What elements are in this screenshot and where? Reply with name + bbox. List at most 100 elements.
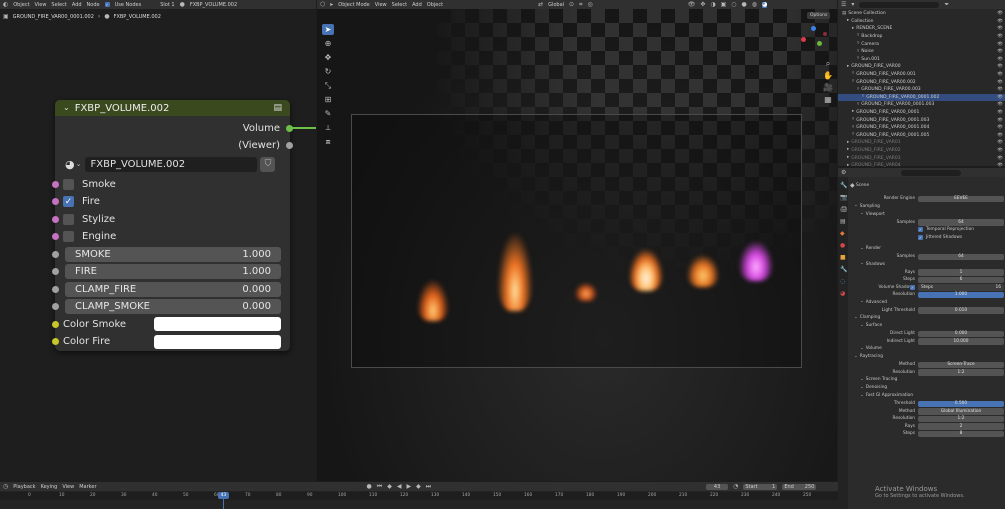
- pan-icon[interactable]: ✋: [822, 70, 834, 81]
- chevron-down-icon[interactable]: ⌄: [860, 261, 864, 267]
- stylize-checkbox[interactable]: [63, 213, 74, 225]
- collection-icon[interactable]: ▸: [847, 19, 849, 24]
- use-nodes-checkbox[interactable]: ✓: [104, 2, 110, 7]
- editor-type-icon[interactable]: ◐: [3, 1, 8, 8]
- menu-node[interactable]: Node: [87, 2, 100, 8]
- x-axis-icon[interactable]: [801, 37, 806, 42]
- rotate-tool-icon[interactable]: ↻: [322, 66, 334, 77]
- collection-icon[interactable]: ▸: [847, 64, 849, 70]
- outliner-row[interactable]: ▿ GROUND_FIRE_VAR00_0001.003 👁: [838, 101, 1005, 109]
- pivot-icon[interactable]: ⊙: [569, 1, 574, 8]
- output-viewer-socket[interactable]: [286, 141, 293, 149]
- property-value-field[interactable]: ✓ Steps 16: [910, 284, 1004, 291]
- subpanel-header[interactable]: ⌄ Advanced: [850, 299, 1005, 307]
- subpanel-header[interactable]: ⌄ Fast GI Approximation: [850, 392, 1005, 400]
- color-smoke-swatch[interactable]: [154, 317, 281, 331]
- camera-view-icon[interactable]: 🎥: [822, 82, 834, 93]
- outliner[interactable]: ☰ ▾ ⏷ ▤ Scene Collection 👁 ▸ Collection 👁 ▸ REN…: [838, 0, 1005, 168]
- clamp-smoke-value-field[interactable]: CLAMP_SMOKE 0.000: [65, 299, 281, 314]
- property-value-field[interactable]: 0.010: [918, 307, 1004, 314]
- input-socket[interactable]: [51, 338, 59, 345]
- editor-type-icon[interactable]: ⚙: [841, 169, 846, 176]
- modifier-tab-icon[interactable]: 🔧: [840, 267, 847, 273]
- menu-marker[interactable]: Marker: [79, 484, 96, 490]
- collection-icon[interactable]: ▸: [847, 140, 849, 146]
- gizmo-icon[interactable]: ✥: [700, 1, 705, 8]
- outliner-row[interactable]: ▸ GROUND_FIRE_VAR00 👁: [838, 63, 1005, 71]
- property-value-field[interactable]: 64: [918, 253, 1004, 260]
- fake-user-shield-icon[interactable]: ⛉: [260, 156, 276, 172]
- input-socket[interactable]: [51, 215, 59, 223]
- chevron-down-icon[interactable]: ⌄: [854, 315, 858, 321]
- material-shading-icon[interactable]: ◍: [752, 1, 757, 8]
- property-value-field[interactable]: Screen-Trace: [918, 361, 1004, 368]
- chevron-down-icon[interactable]: ⌄: [854, 203, 858, 209]
- outliner-row[interactable]: ▿ GROUND_FIRE_VAR00.002 👁: [838, 78, 1005, 86]
- measure-tool-icon[interactable]: ⟂: [322, 122, 334, 133]
- toggle-smoke[interactable]: Smoke: [51, 176, 290, 192]
- property-value-field[interactable]: 6: [918, 276, 1004, 283]
- rendered-shading-icon[interactable]: ◕: [762, 1, 768, 8]
- visibility-eye-icon[interactable]: 👁: [997, 34, 1003, 39]
- visibility-eye-icon[interactable]: 👁: [997, 95, 1003, 100]
- outliner-row[interactable]: ▿ GROUND_FIRE_VAR00_0001.005 👁: [838, 132, 1005, 140]
- visibility-eye-icon[interactable]: 👁: [997, 102, 1003, 107]
- subpanel-header[interactable]: ⌄ Screen Tracing: [850, 376, 1005, 384]
- scene-tab-icon[interactable]: ◆: [840, 231, 845, 237]
- object-icon[interactable]: ▿: [857, 34, 859, 39]
- material-tab-icon[interactable]: ◕: [840, 291, 845, 297]
- input-socket[interactable]: [51, 198, 59, 205]
- visibility-eye-icon[interactable]: 👁: [997, 133, 1003, 138]
- outliner-row[interactable]: ▿ Sun.001 👁: [838, 56, 1005, 64]
- mode-select[interactable]: Object Mode: [338, 2, 370, 8]
- transform-orientation-select[interactable]: Global: [548, 2, 564, 8]
- editor-type-icon[interactable]: ⬡: [320, 1, 325, 8]
- outliner-row[interactable]: ▸ GROUND_FIRE_VAR00_0001 👁: [838, 109, 1005, 117]
- menu-object[interactable]: Object: [427, 2, 443, 8]
- outliner-row[interactable]: ▿ GROUND_FIRE_VAR00.001 👁: [838, 71, 1005, 79]
- fire-value-field[interactable]: FIRE 1.000: [65, 264, 281, 279]
- menu-keying[interactable]: Keying: [41, 484, 58, 490]
- cursor-tool-icon[interactable]: ⊕: [322, 38, 334, 49]
- input-socket[interactable]: [51, 268, 59, 275]
- wireframe-shading-icon[interactable]: ○: [731, 1, 736, 8]
- subpanel-header[interactable]: ⌄ Volume: [850, 345, 1005, 353]
- 3d-viewport[interactable]: ⬡ ▸ Object Mode View Select Add Object ⇄…: [317, 0, 837, 481]
- outliner-row[interactable]: ▸ GROUND_FIRE_VAR03 👁: [838, 154, 1005, 162]
- subpanel-header[interactable]: ⌄ Surface: [850, 322, 1005, 330]
- node-header[interactable]: ⌄ FXBP_VOLUME.002 ▤: [55, 100, 290, 116]
- node-group-icon[interactable]: ▤: [273, 103, 282, 113]
- smoke-value-field[interactable]: SMOKE 1.000: [65, 246, 281, 262]
- add-cube-tool-icon[interactable]: ⧈: [322, 136, 334, 147]
- play-icon[interactable]: ▶: [406, 483, 411, 490]
- jump-end-icon[interactable]: ⏭: [426, 483, 431, 490]
- visibility-eye-icon[interactable]: 👁: [997, 49, 1003, 54]
- properties-editor[interactable]: ⚙ 🔧 📷 🖨 ▤ ◆ ● ■ 🔧 ◌ ◕ ◆ Scene Render Eng…: [838, 168, 1005, 509]
- input-socket[interactable]: [51, 233, 59, 240]
- outliner-row[interactable]: ▤ Scene Collection 👁: [838, 10, 1005, 18]
- visibility-eye-icon[interactable]: 👁: [997, 11, 1003, 16]
- move-tool-icon[interactable]: ✥: [322, 52, 334, 63]
- scale-tool-icon[interactable]: ⤡: [322, 80, 334, 91]
- playhead[interactable]: 43: [218, 492, 229, 499]
- material-sphere-icon[interactable]: ◕: [65, 159, 75, 170]
- visibility-icon[interactable]: 👁: [688, 1, 696, 8]
- menu-playback[interactable]: Playback: [13, 484, 35, 490]
- clamp-fire-value-field[interactable]: CLAMP_FIRE 0.000: [65, 281, 281, 297]
- object-icon[interactable]: ▿: [852, 125, 854, 131]
- visibility-eye-icon[interactable]: 👁: [997, 57, 1003, 62]
- subpanel-header[interactable]: ⌄ Viewport: [850, 211, 1005, 219]
- options-button[interactable]: Options: [807, 12, 831, 19]
- material-name-field[interactable]: FXBP_VOLUME.002: [85, 156, 258, 172]
- outliner-row[interactable]: ▸ Collection 👁: [838, 18, 1005, 26]
- slot-select[interactable]: Slot 1: [160, 2, 174, 8]
- object-icon[interactable]: ▿: [852, 72, 854, 77]
- chevron-down-icon[interactable]: ⌄: [860, 377, 864, 383]
- subpanel-header[interactable]: ⌄ Render: [850, 245, 1005, 253]
- node-editor[interactable]: ◐ Object View Select Add Node ✓ Use Node…: [0, 0, 316, 481]
- play-reverse-icon[interactable]: ◀: [397, 483, 402, 490]
- engine-checkbox[interactable]: [63, 231, 74, 242]
- checkbox[interactable]: ✓: [918, 227, 923, 233]
- property-value-field[interactable]: Global Illumination: [918, 408, 1004, 415]
- menu-view[interactable]: View: [62, 484, 74, 490]
